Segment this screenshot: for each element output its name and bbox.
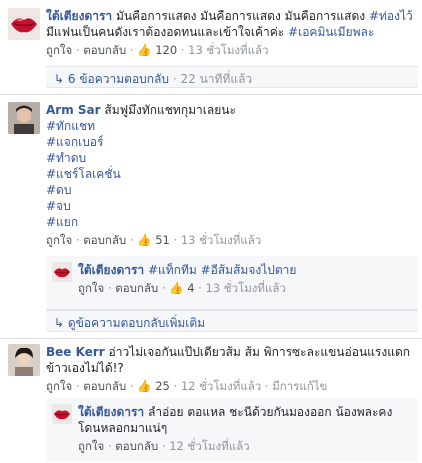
reply-button[interactable]: ตอบกลับ — [83, 379, 126, 393]
like-button[interactable]: ถูกใจ — [78, 281, 104, 295]
avatar[interactable] — [8, 344, 40, 376]
comment-author[interactable]: ใต้เตียงดารา — [78, 405, 144, 419]
hashtags[interactable]: #แท็กทีม #อีส้มส้มจงไปตาย — [148, 263, 296, 277]
hashtag[interactable]: #เอคมินเมียพละ — [288, 25, 374, 39]
like-button[interactable]: ถูกใจ — [46, 379, 72, 393]
more-replies-bar[interactable]: ↳ ดูข้อความตอบกลับเพิ่มเติม — [46, 310, 418, 332]
more-replies-link[interactable]: ดูข้อความตอบกลับเพิ่มเติม — [68, 316, 205, 330]
hashtag[interactable]: #แจกเบอร์ — [46, 134, 416, 150]
view-replies-bar[interactable]: ↳ 6 ข้อความตอบกลับ · 22 นาทีที่แล้ว — [46, 66, 418, 88]
lips-avatar-icon — [52, 262, 72, 282]
reply-comment: ใต้เตียงดารา ลำอ่อย ตอแหล ชะนีด้วยกันมอง… — [52, 404, 412, 454]
edited-label[interactable]: มีการแก้ไข — [272, 379, 327, 393]
lips-avatar-icon — [8, 8, 40, 40]
comment: Bee Kerr อ่าวไม่เจอกันแป๊ปเดียวส้ม ส้ม พ… — [8, 344, 418, 394]
comment-text: มันคือการแสดง มันคือการแสดง มันคือการแสด… — [115, 9, 366, 23]
comment-author[interactable]: Bee Kerr — [46, 345, 105, 359]
comment-thread: ใต้เตียงดารา มันคือการแสดง มันคือการแสดง… — [0, 0, 422, 463]
reply-button[interactable]: ตอบกลับ — [83, 43, 126, 57]
comment-text-line2: มีแฟนเป็นคนดังเราต้องอดทนและเข้าใจเค้าค่… — [46, 25, 285, 39]
reply-comment: ใต้เตียงดารา #แท็กทีม #อีส้มส้มจงไปตาย ถ… — [52, 262, 412, 296]
thumbs-up-icon: 👍 — [137, 233, 152, 247]
like-button[interactable]: ถูกใจ — [46, 43, 72, 57]
reply-button[interactable]: ตอบกลับ — [83, 233, 126, 247]
like-button[interactable]: ถูกใจ — [46, 233, 72, 247]
user-photo-icon — [8, 344, 40, 376]
like-count[interactable]: 4 — [187, 281, 194, 295]
timestamp[interactable]: 13 ชั่วโมงที่แล้ว — [206, 281, 286, 295]
hashtag[interactable]: #จบ — [46, 198, 416, 214]
replies-count-link[interactable]: 6 ข้อความตอบกลับ — [68, 72, 169, 86]
reply-arrow-icon: ↳ — [54, 72, 65, 86]
comment-text: ลำอ่อย ตอแหล ชะนีด้วยกันมองออก น้องพละคง — [147, 405, 393, 419]
comment-author[interactable]: ใต้เตียงดารา — [46, 9, 112, 23]
comment-text-line2: โดนหลอกมาแน่ๆ — [78, 421, 168, 435]
like-count[interactable]: 25 — [155, 379, 170, 393]
thumbs-up-icon: 👍 — [137, 43, 152, 57]
hashtag[interactable]: #แยก — [46, 214, 416, 230]
thumbs-up-icon: 👍 — [137, 379, 152, 393]
user-photo-icon — [8, 102, 40, 134]
replies-timestamp: 22 นาทีที่แล้ว — [180, 72, 253, 86]
avatar[interactable] — [8, 8, 40, 40]
comment-author[interactable]: ใต้เตียงดารา — [78, 263, 144, 277]
hashtag[interactable]: #ท่องไว้ — [369, 9, 413, 23]
comment-text: ส้มฟูมึงทักแชทกุมาเลยนะ — [104, 103, 236, 117]
hashtag[interactable]: #แชร์โลเคชั่น — [46, 166, 416, 182]
avatar[interactable] — [8, 102, 40, 134]
avatar[interactable] — [52, 404, 72, 424]
timestamp[interactable]: 12 ชั่วโมงที่แล้ว — [169, 439, 249, 453]
avatar[interactable] — [52, 262, 72, 282]
comment-author[interactable]: Arm Sar — [46, 103, 101, 117]
timestamp[interactable]: 13 ชั่วโมงที่แล้ว — [181, 233, 261, 247]
like-count[interactable]: 51 — [155, 233, 170, 247]
lips-avatar-icon — [52, 404, 72, 424]
reply-button[interactable]: ตอบกลับ — [115, 439, 158, 453]
hashtag[interactable]: #ทำดบ — [46, 150, 416, 166]
comment: Arm Sar ส้มฟูมึงทักแชทกุมาเลยนะ #ทักแชท … — [8, 102, 418, 248]
divider — [0, 338, 422, 339]
reply-arrow-icon: ↳ — [54, 316, 65, 330]
thumbs-up-icon: 👍 — [169, 281, 184, 295]
hashtag[interactable]: #ทักแชท — [46, 118, 416, 134]
timestamp[interactable]: 12 ชั่วโมงที่แล้ว — [181, 379, 261, 393]
like-count[interactable]: 120 — [155, 43, 177, 57]
timestamp[interactable]: 13 ชั่วโมงที่แล้ว — [188, 43, 268, 57]
like-button[interactable]: ถูกใจ — [78, 439, 104, 453]
reply-button[interactable]: ตอบกลับ — [115, 281, 158, 295]
comment-text: อ่าวไม่เจอกันแป๊ปเดียวส้ม ส้ม พิการซะละแ… — [108, 345, 411, 359]
divider — [0, 94, 422, 95]
comment-text-line2: ข้าวเองไม่ได้!? — [46, 361, 124, 375]
hashtag[interactable]: #ดบ — [46, 182, 416, 198]
comment: ใต้เตียงดารา มันคือการแสดง มันคือการแสดง… — [8, 8, 418, 58]
